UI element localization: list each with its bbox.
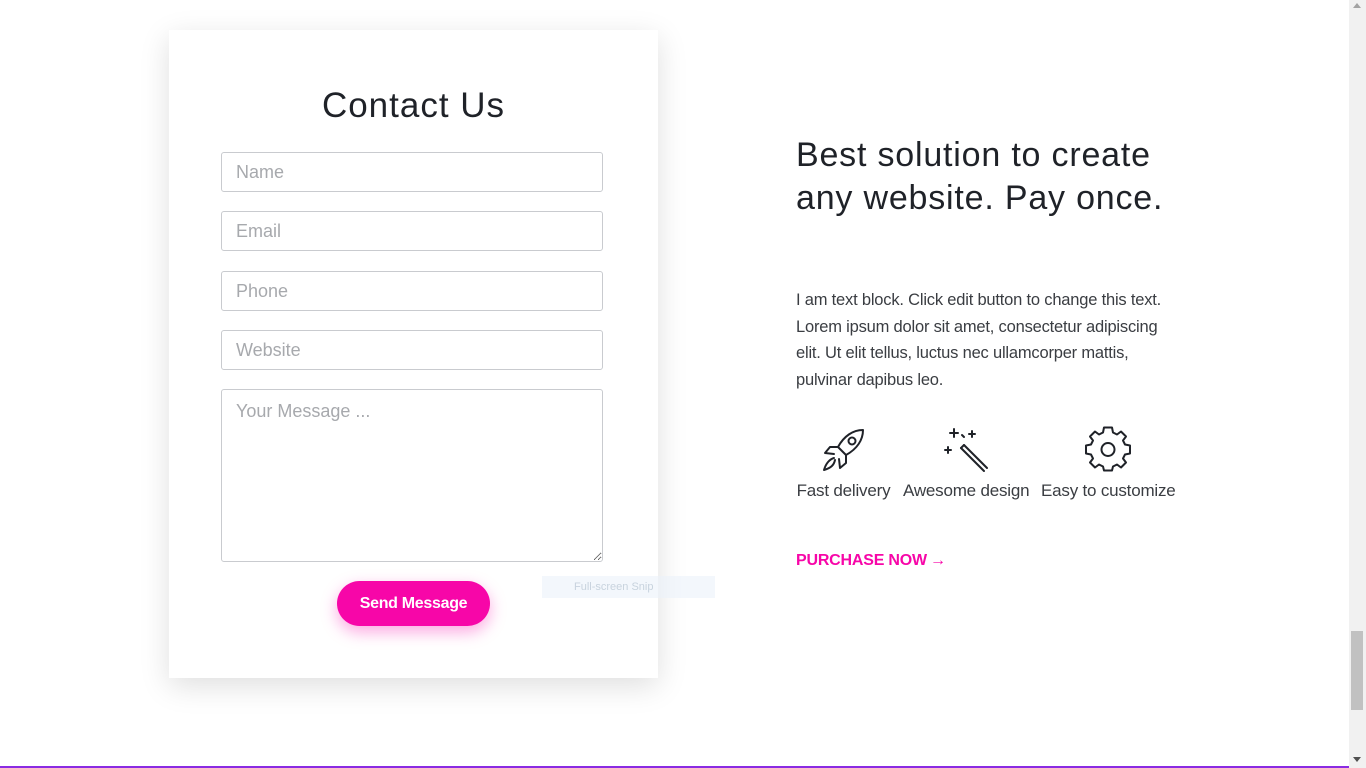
message-textarea[interactable]	[221, 389, 603, 562]
website-input[interactable]	[221, 330, 603, 370]
email-input[interactable]	[221, 211, 603, 251]
feature-easy-customize: Easy to customize	[1041, 425, 1176, 501]
rocket-icon	[822, 429, 864, 471]
send-message-button[interactable]: Send Message	[337, 581, 490, 626]
feature-label: Fast delivery	[796, 481, 891, 500]
gear-icon	[1085, 426, 1131, 472]
scroll-up-arrow-icon[interactable]	[1353, 3, 1361, 8]
purchase-now-link[interactable]: PURCHASE NOW →	[796, 552, 946, 570]
magic-wand-icon	[944, 428, 988, 472]
promo-headline: Best solution to create any website. Pay…	[796, 136, 1164, 217]
scroll-thumb[interactable]	[1351, 631, 1363, 710]
vertical-scrollbar[interactable]	[1349, 0, 1366, 768]
purchase-now-label: PURCHASE NOW	[796, 552, 927, 569]
feature-label: Awesome design	[903, 481, 1030, 500]
feature-label: Easy to customize	[1041, 481, 1176, 500]
feature-fast-delivery: Fast delivery	[796, 425, 891, 501]
contact-title: Contact Us	[321, 86, 506, 125]
name-input[interactable]	[221, 152, 603, 192]
promo-body-text: I am text block. Click edit button to ch…	[796, 291, 1162, 389]
feature-awesome-design: Awesome design	[903, 425, 1030, 501]
arrow-right-icon: →	[929, 552, 946, 569]
phone-input[interactable]	[221, 271, 603, 311]
scroll-down-arrow-icon[interactable]	[1353, 757, 1361, 762]
snip-overlay: Full-screen Snip	[542, 576, 715, 598]
